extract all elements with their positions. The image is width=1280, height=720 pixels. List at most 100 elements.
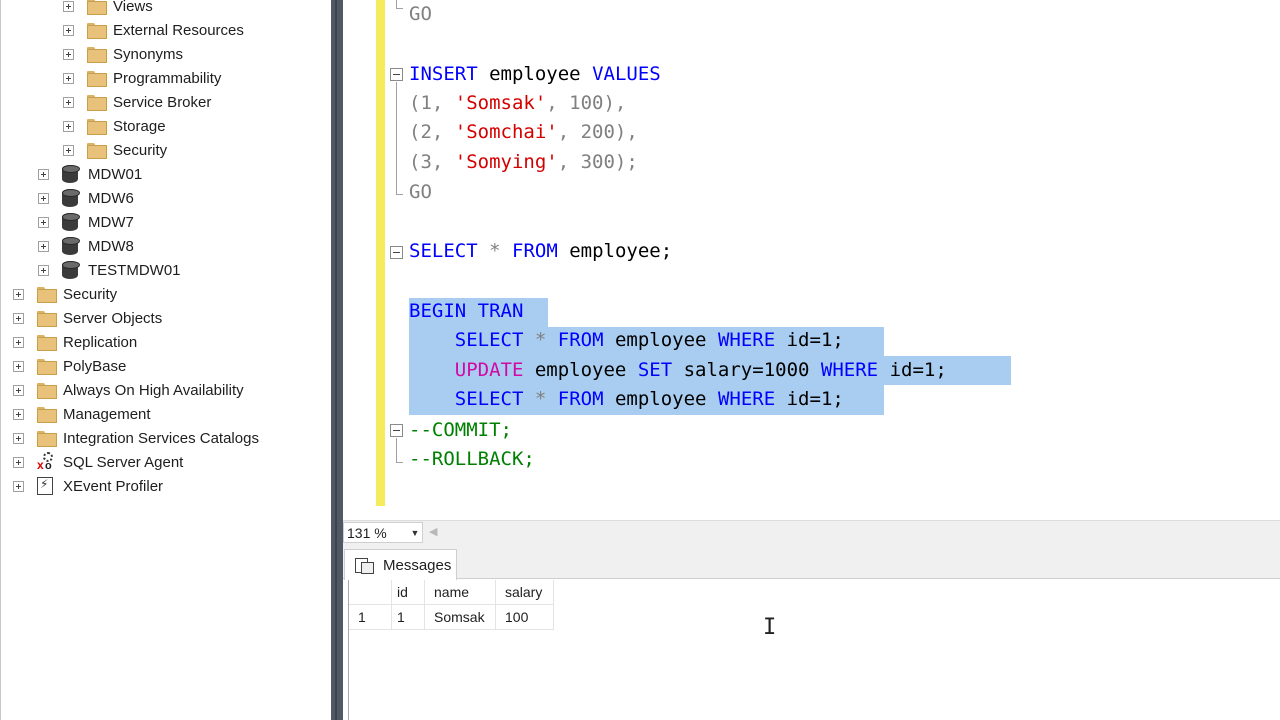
expand-icon[interactable] xyxy=(13,336,24,348)
tree-item-mdw8[interactable]: MDW8 xyxy=(38,234,134,258)
expand-icon[interactable] xyxy=(63,96,74,108)
code-token: employee; xyxy=(569,240,673,262)
expand-icon[interactable] xyxy=(13,288,24,300)
results-tabstrip: Messages xyxy=(343,544,1280,580)
editor-status-bar: 131 % ▼ ◀ xyxy=(343,520,1280,544)
tree-item-views[interactable]: Views xyxy=(63,0,153,18)
outline-tick xyxy=(396,194,403,195)
tree-item-replication[interactable]: Replication xyxy=(13,330,137,354)
expand-icon[interactable] xyxy=(63,72,74,84)
collapse-select-icon[interactable] xyxy=(390,246,403,259)
folder-icon xyxy=(37,383,57,399)
code-line[interactable]: (2, 'Somchai', 200), xyxy=(409,118,638,146)
tree-item-security[interactable]: Security xyxy=(13,282,117,306)
scroll-left-icon[interactable]: ◀ xyxy=(429,525,437,538)
tree-item-xevent-profiler[interactable]: XEvent Profiler xyxy=(13,474,163,498)
expand-icon[interactable] xyxy=(38,240,49,252)
code-token: --COMMIT; xyxy=(409,419,512,441)
expand-icon[interactable] xyxy=(63,24,74,36)
expand-icon[interactable] xyxy=(13,360,24,372)
code-token: 1; xyxy=(923,359,947,381)
tree-item-testmdw01[interactable]: TESTMDW01 xyxy=(38,258,181,282)
tree-item-label: Always On High Availability xyxy=(63,381,244,399)
tree-item-label: MDW01 xyxy=(88,165,143,183)
code-line[interactable]: UPDATE employee SET salary=1000 WHERE id… xyxy=(409,356,947,384)
code-line[interactable]: (3, 'Somying', 300); xyxy=(409,148,638,176)
grid-header-cell[interactable]: salary xyxy=(496,580,554,605)
expand-icon[interactable] xyxy=(63,144,74,156)
tree-item-sql-server-agent[interactable]: xo SQL Server Agent xyxy=(13,450,183,474)
code-token: * xyxy=(534,329,547,351)
code-line[interactable]: GO xyxy=(409,0,432,28)
tab-messages[interactable]: Messages xyxy=(344,549,457,580)
tree-item-always-on[interactable]: Always On High Availability xyxy=(13,378,244,402)
folder-icon xyxy=(87,47,107,63)
tree-item-label: MDW8 xyxy=(88,237,134,255)
folder-icon xyxy=(37,311,57,327)
expand-icon[interactable] xyxy=(63,48,74,60)
table-row[interactable]: 1 1 Somsak 100 xyxy=(349,605,554,630)
code-token: SELECT xyxy=(454,388,524,410)
grid-header-cell[interactable]: id xyxy=(392,580,425,605)
code-token: (3, xyxy=(409,151,455,173)
code-line[interactable]: --ROLLBACK; xyxy=(409,445,535,473)
tree-item-mdw6[interactable]: MDW6 xyxy=(38,186,134,210)
grid-cell[interactable]: 100 xyxy=(496,605,554,630)
code-line[interactable]: INSERT employee VALUES xyxy=(409,60,661,88)
collapse-commit-icon[interactable] xyxy=(390,424,403,437)
expand-icon[interactable] xyxy=(13,312,24,324)
expand-icon[interactable] xyxy=(38,168,49,180)
expand-icon[interactable] xyxy=(38,192,49,204)
tree-item-db-security[interactable]: Security xyxy=(63,138,167,162)
code-line[interactable]: GO xyxy=(409,178,432,206)
grid-header-cell[interactable] xyxy=(349,580,392,605)
collapse-insert-icon[interactable] xyxy=(390,68,403,81)
grid-header-cell[interactable]: name xyxy=(425,580,496,605)
code-line[interactable]: BEGIN TRAN xyxy=(409,297,523,325)
code-line[interactable]: SELECT * FROM employee; xyxy=(409,237,672,265)
folder-icon xyxy=(87,143,107,159)
tree-item-label: Replication xyxy=(63,333,138,351)
tree-item-integration-services[interactable]: Integration Services Catalogs xyxy=(13,426,259,450)
grid-cell[interactable]: 1 xyxy=(349,605,392,630)
expand-icon[interactable] xyxy=(63,0,74,12)
code-line[interactable]: SELECT * FROM employee WHERE id=1; xyxy=(409,326,844,354)
code-token: WHERE xyxy=(717,388,776,410)
grid-cell[interactable]: Somsak xyxy=(425,605,496,630)
code-line[interactable]: --COMMIT; xyxy=(409,416,512,444)
tree-item-programmability[interactable]: Programmability xyxy=(63,66,221,90)
dropdown-arrow-icon[interactable]: ▼ xyxy=(408,528,422,538)
grid-cell[interactable]: 1 xyxy=(392,605,425,630)
code-line[interactable]: SELECT * FROM employee WHERE id=1; xyxy=(409,385,844,413)
code-line[interactable]: (1, 'Somsak', 100), xyxy=(409,89,626,117)
code-token: FROM xyxy=(512,240,558,262)
expand-icon[interactable] xyxy=(13,480,24,492)
zoom-value: 131 % xyxy=(347,524,387,541)
folder-icon xyxy=(87,71,107,87)
folder-icon xyxy=(37,335,57,351)
code-token: FROM xyxy=(557,329,604,351)
expand-icon[interactable] xyxy=(13,432,24,444)
expand-icon[interactable] xyxy=(13,456,24,468)
tree-item-management[interactable]: Management xyxy=(13,402,151,426)
zoom-dropdown[interactable]: 131 % ▼ xyxy=(343,522,423,543)
tree-item-storage[interactable]: Storage xyxy=(63,114,166,138)
tree-item-synonyms[interactable]: Synonyms xyxy=(63,42,183,66)
expand-icon[interactable] xyxy=(13,408,24,420)
tree-item-external-resources[interactable]: External Resources xyxy=(63,18,244,42)
tree-item-mdw7[interactable]: MDW7 xyxy=(38,210,134,234)
expand-icon[interactable] xyxy=(38,216,49,228)
tree-item-server-objects[interactable]: Server Objects xyxy=(13,306,162,330)
expand-icon[interactable] xyxy=(38,264,49,276)
tab-label: Messages xyxy=(383,556,452,574)
tree-item-polybase[interactable]: PolyBase xyxy=(13,354,126,378)
code-token: GO xyxy=(409,181,432,203)
expand-icon[interactable] xyxy=(63,120,74,132)
expand-icon[interactable] xyxy=(13,384,24,396)
tree-item-service-broker[interactable]: Service Broker xyxy=(63,90,211,114)
tree-item-mdw01[interactable]: MDW01 xyxy=(38,162,142,186)
results-grid[interactable]: id name salary 1 1 Somsak 100 xyxy=(348,580,1280,720)
text-cursor-icon: I xyxy=(763,615,777,640)
code-token: (1, xyxy=(409,92,455,114)
pane-splitter[interactable] xyxy=(331,0,343,720)
